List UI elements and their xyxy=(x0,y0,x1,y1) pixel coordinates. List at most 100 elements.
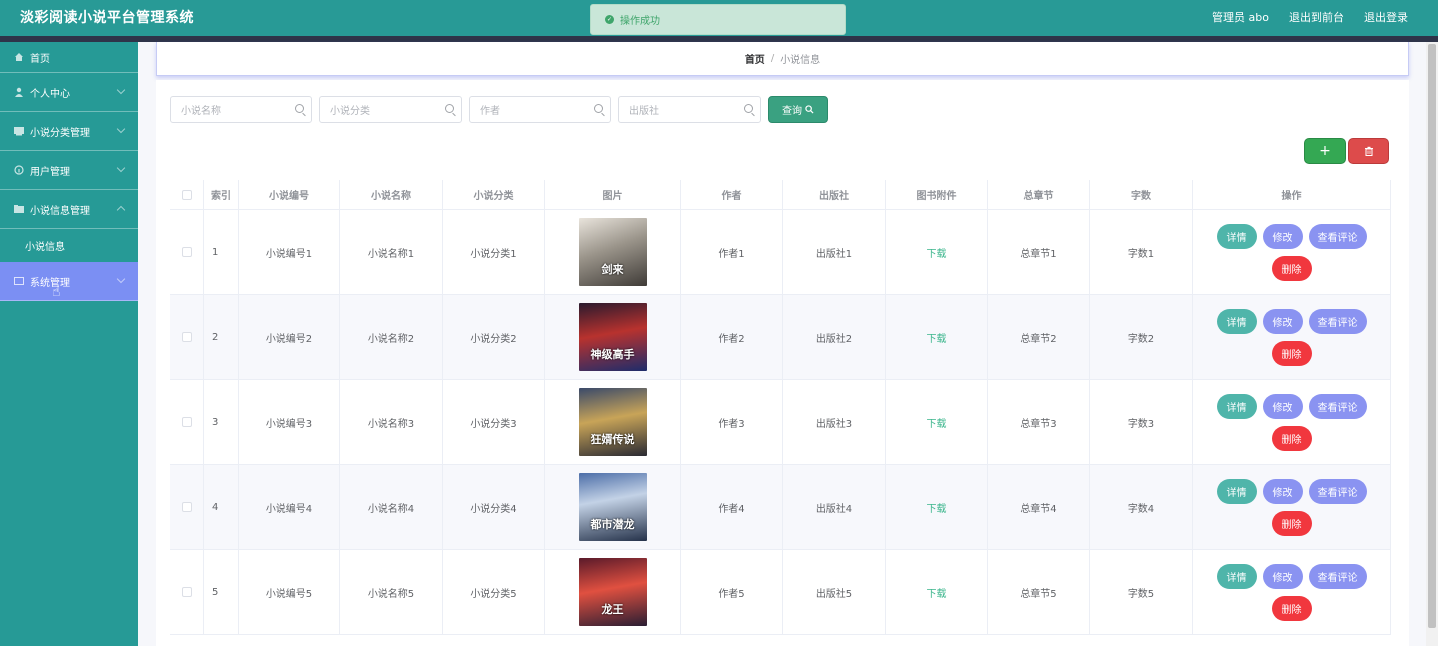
table-cell: 出版社5 xyxy=(783,550,886,634)
download-link[interactable]: 下载 xyxy=(927,245,947,260)
book-cover-image[interactable]: 狂婿传说 xyxy=(578,388,647,456)
row-checkbox[interactable] xyxy=(181,502,192,512)
cell-index: 4 xyxy=(212,501,219,513)
table-cell: 小说编号3 xyxy=(239,380,340,464)
vertical-scrollbar[interactable] xyxy=(1426,42,1438,646)
table-cell: 小说分类1 xyxy=(443,210,545,294)
breadcrumb: 首页 / 小说信息 xyxy=(156,42,1409,76)
table-cell: 小说名称4 xyxy=(340,465,443,549)
sidebar-item-label: 小说分类管理 xyxy=(30,127,90,139)
table-cell: 3 xyxy=(204,380,239,464)
novel-table: 索引 小说编号 小说名称 小说分类 图片 作者 出版社 图书附件 总章节 字数 … xyxy=(170,180,1391,635)
batch-delete-button[interactable] xyxy=(1348,138,1389,164)
query-button-label: 查询 xyxy=(782,106,802,117)
sidebar-subitem-novel-info[interactable]: 小说信息 xyxy=(0,229,138,262)
table-cell: 详情 修改 查看评论删除 xyxy=(1193,295,1391,379)
table-cell xyxy=(170,380,204,464)
search-icon xyxy=(295,104,304,113)
table-header: 图书附件 xyxy=(886,180,988,209)
sidebar-item-category-manage[interactable]: 小说分类管理 xyxy=(0,112,138,151)
table-cell: 小说分类4 xyxy=(443,465,545,549)
row-checkbox[interactable] xyxy=(181,247,192,257)
download-link[interactable]: 下载 xyxy=(927,500,947,515)
book-cover-image[interactable]: 都市潜龙 xyxy=(578,473,647,541)
table-cell: 详情 修改 查看评论删除 xyxy=(1193,210,1391,294)
delete-button[interactable]: 删除 xyxy=(1271,425,1312,451)
table-cell: 龙王 xyxy=(545,550,681,634)
cell-name: 小说名称4 xyxy=(367,503,415,515)
delete-button[interactable]: 删除 xyxy=(1271,340,1312,366)
sidebar-item-label: 小说信息 xyxy=(25,242,65,253)
chevron-down-icon xyxy=(116,124,126,134)
delete-button[interactable]: 删除 xyxy=(1271,255,1312,281)
cell-code: 小说编号3 xyxy=(265,418,313,430)
list-icon xyxy=(14,126,24,136)
edit-button[interactable]: 修改 xyxy=(1262,478,1303,504)
check-circle-icon: ✓ xyxy=(605,15,614,24)
header-select-all[interactable] xyxy=(170,180,204,209)
sidebar-item-home[interactable]: 首页 xyxy=(0,42,138,73)
table-cell: 字数1 xyxy=(1090,210,1193,294)
author-search-input[interactable]: 作者 xyxy=(469,96,611,123)
app-title: 淡彩阅读小说平台管理系统 xyxy=(20,10,194,26)
view-comments-button[interactable]: 查看评论 xyxy=(1308,223,1367,249)
view-comments-button[interactable]: 查看评论 xyxy=(1308,393,1367,419)
detail-button[interactable]: 详情 xyxy=(1216,478,1257,504)
logout-link[interactable]: 退出登录 xyxy=(1364,9,1408,25)
detail-button[interactable]: 详情 xyxy=(1216,308,1257,334)
view-comments-button[interactable]: 查看评论 xyxy=(1308,478,1367,504)
row-checkbox[interactable] xyxy=(181,417,192,427)
table-cell: 总章节1 xyxy=(988,210,1090,294)
table-cell xyxy=(170,210,204,294)
cell-index: 3 xyxy=(212,416,219,428)
cell-chapters: 总章节4 xyxy=(1020,503,1057,515)
row-checkbox[interactable] xyxy=(181,587,192,597)
sidebar-item-novel-manage[interactable]: 小说信息管理 xyxy=(0,190,138,229)
download-link[interactable]: 下载 xyxy=(927,330,947,345)
cell-code: 小说编号5 xyxy=(265,588,313,600)
detail-button[interactable]: 详情 xyxy=(1216,223,1257,249)
sidebar-item-system-manage[interactable]: 系统管理 xyxy=(0,262,138,301)
publisher-search-input[interactable]: 出版社 xyxy=(618,96,761,123)
edit-button[interactable]: 修改 xyxy=(1262,393,1303,419)
download-link[interactable]: 下载 xyxy=(927,585,947,600)
download-link[interactable]: 下载 xyxy=(927,415,947,430)
novel-category-search-input[interactable]: 小说分类 xyxy=(319,96,462,123)
breadcrumb-home[interactable]: 首页 xyxy=(745,51,765,66)
cell-category: 小说分类3 xyxy=(470,418,517,430)
cell-author: 作者2 xyxy=(718,333,745,345)
cell-publisher: 出版社5 xyxy=(815,588,853,600)
table-cell: 总章节5 xyxy=(988,550,1090,634)
table-row: 2 小说编号2 小说名称2 小说分类2 神级高手 作者2 出版社2 下载 总章节2 字数2 详情 修改… xyxy=(170,295,1391,380)
detail-button[interactable]: 详情 xyxy=(1216,393,1257,419)
add-button[interactable]: + xyxy=(1304,138,1346,164)
input-placeholder: 小说分类 xyxy=(330,106,370,117)
sidebar-item-user-manage[interactable]: 用户管理 xyxy=(0,151,138,190)
edit-button[interactable]: 修改 xyxy=(1262,563,1303,589)
book-cover-image[interactable]: 龙王 xyxy=(578,558,647,626)
delete-button[interactable]: 删除 xyxy=(1271,595,1312,621)
book-cover-image[interactable]: 神级高手 xyxy=(578,303,647,371)
exit-to-front-link[interactable]: 退出到前台 xyxy=(1289,9,1344,25)
sidebar-item-profile[interactable]: 个人中心 xyxy=(0,73,138,112)
cell-chapters: 总章节5 xyxy=(1020,588,1057,600)
cell-author: 作者5 xyxy=(718,588,745,600)
view-comments-button[interactable]: 查看评论 xyxy=(1308,308,1367,334)
select-all-checkbox[interactable] xyxy=(181,189,192,200)
view-comments-button[interactable]: 查看评论 xyxy=(1308,563,1367,589)
book-cover-image[interactable]: 剑来 xyxy=(578,218,647,286)
edit-button[interactable]: 修改 xyxy=(1262,223,1303,249)
delete-button[interactable]: 删除 xyxy=(1271,510,1312,536)
table-cell: 小说名称1 xyxy=(340,210,443,294)
row-checkbox[interactable] xyxy=(181,332,192,342)
table-cell: 2 xyxy=(204,295,239,379)
novel-name-search-input[interactable]: 小说名称 xyxy=(170,96,312,123)
table-cell: 详情 修改 查看评论删除 xyxy=(1193,465,1391,549)
edit-button[interactable]: 修改 xyxy=(1262,308,1303,334)
home-icon xyxy=(14,52,24,62)
detail-button[interactable]: 详情 xyxy=(1216,563,1257,589)
query-button[interactable]: 查询 xyxy=(768,96,828,123)
table-cell: 字数4 xyxy=(1090,465,1193,549)
table-cell: 都市潜龙 xyxy=(545,465,681,549)
scrollbar-thumb[interactable] xyxy=(1428,44,1436,628)
